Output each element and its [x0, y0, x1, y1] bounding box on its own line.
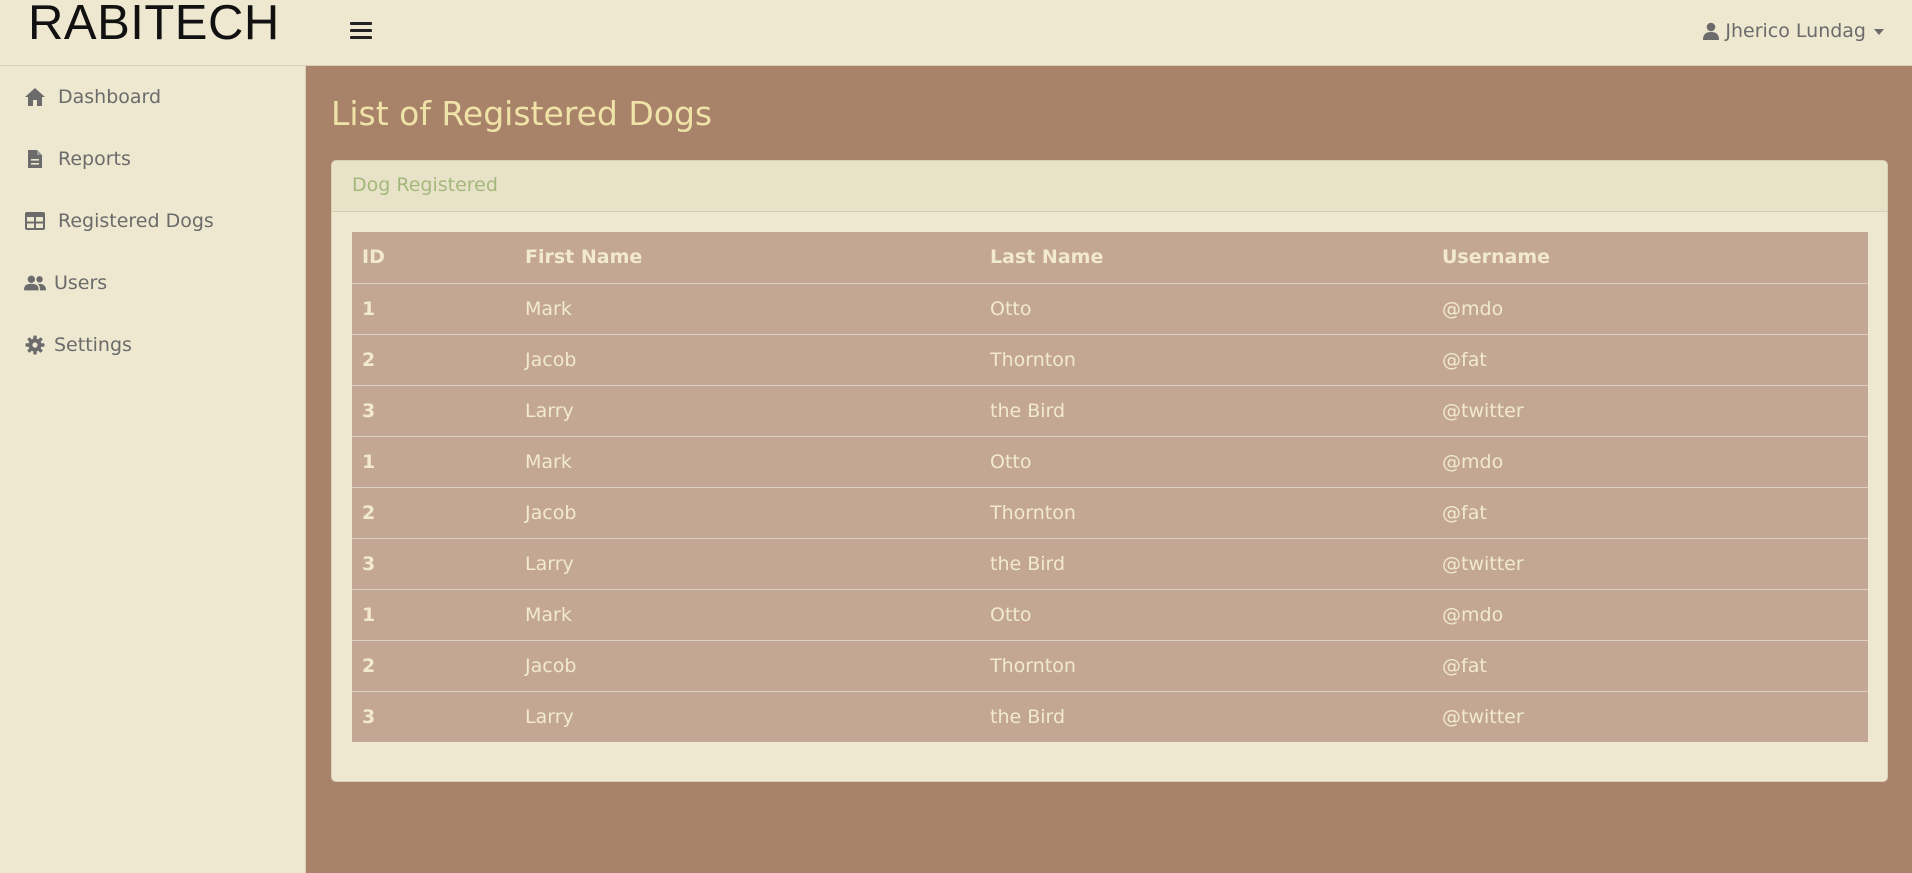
cell-last-name: the Bird: [980, 537, 1432, 589]
cell-first-name: Jacob: [515, 639, 980, 691]
cell-last-name: Otto: [980, 588, 1432, 640]
cell-id: 2: [352, 486, 515, 538]
sidebar-item-users[interactable]: Users: [0, 252, 305, 314]
cell-id: 2: [352, 639, 515, 691]
table-row[interactable]: 1 Mark Otto @mdo: [352, 435, 1868, 487]
cell-username: @twitter: [1432, 537, 1868, 589]
sidebar-item-label: Registered Dogs: [58, 210, 214, 232]
cell-last-name: Thornton: [980, 639, 1432, 691]
table-row[interactable]: 3 Larry the Bird @twitter: [352, 537, 1868, 589]
cell-first-name: Larry: [515, 690, 980, 742]
cell-last-name: Thornton: [980, 486, 1432, 538]
cell-last-name: the Bird: [980, 384, 1432, 436]
cell-first-name: Larry: [515, 384, 980, 436]
cell-username: @fat: [1432, 333, 1868, 385]
top-navbar: RABITECH Jherico Lundag: [0, 0, 1912, 66]
cell-id: 3: [352, 537, 515, 589]
main-content: List of Registered Dogs Dog Registered I…: [306, 67, 1912, 873]
brand-logo[interactable]: RABITECH: [0, 0, 305, 66]
table-row[interactable]: 3 Larry the Bird @twitter: [352, 384, 1868, 436]
sidebar-item-registered-dogs[interactable]: Registered Dogs: [0, 190, 305, 252]
cell-first-name: Mark: [515, 435, 980, 487]
sidebar-item-label: Users: [54, 272, 108, 294]
users-icon: [24, 272, 46, 294]
column-header-username[interactable]: Username: [1432, 232, 1868, 283]
cell-id: 2: [352, 333, 515, 385]
table-row[interactable]: 3 Larry the Bird @twitter: [352, 690, 1868, 742]
table-row[interactable]: 2 Jacob Thornton @fat: [352, 639, 1868, 691]
sidebar-item-reports[interactable]: Reports: [0, 128, 305, 190]
sidebar-item-label: Reports: [58, 148, 131, 170]
table-row[interactable]: 2 Jacob Thornton @fat: [352, 333, 1868, 385]
cell-id: 1: [352, 282, 515, 334]
cell-last-name: the Bird: [980, 690, 1432, 742]
table-header-row: ID First Name Last Name Username: [352, 232, 1868, 283]
dogs-table: ID First Name Last Name Username 1 Mark …: [352, 232, 1868, 742]
sidebar-item-label: Dashboard: [58, 86, 162, 108]
sidebar-item-label: Settings: [54, 334, 132, 356]
cell-username: @fat: [1432, 639, 1868, 691]
sidebar: Dashboard Reports Registered Dogs Users …: [0, 66, 306, 873]
card-header: Dog Registered: [332, 161, 1887, 212]
cell-first-name: Mark: [515, 588, 980, 640]
user-icon: [1703, 22, 1720, 40]
user-dropdown[interactable]: Jherico Lundag: [1703, 18, 1884, 44]
table-row[interactable]: 1 Mark Otto @mdo: [352, 282, 1868, 334]
cell-id: 1: [352, 588, 515, 640]
cell-username: @twitter: [1432, 384, 1868, 436]
column-header-last-name[interactable]: Last Name: [980, 232, 1432, 283]
page-title: List of Registered Dogs: [331, 94, 713, 133]
cell-username: @fat: [1432, 486, 1868, 538]
sidebar-item-dashboard[interactable]: Dashboard: [0, 66, 305, 128]
cell-first-name: Larry: [515, 537, 980, 589]
cell-first-name: Jacob: [515, 333, 980, 385]
chevron-down-icon: [1874, 29, 1884, 35]
cell-username: @twitter: [1432, 690, 1868, 742]
cell-id: 3: [352, 690, 515, 742]
cell-first-name: Mark: [515, 282, 980, 334]
menu-toggle-icon[interactable]: [350, 16, 372, 42]
sidebar-item-settings[interactable]: Settings: [0, 314, 305, 376]
cell-last-name: Thornton: [980, 333, 1432, 385]
cell-last-name: Otto: [980, 282, 1432, 334]
gear-icon: [24, 334, 46, 356]
cell-id: 1: [352, 435, 515, 487]
home-icon: [24, 86, 46, 108]
table-icon: [24, 210, 46, 232]
cell-last-name: Otto: [980, 435, 1432, 487]
column-header-first-name[interactable]: First Name: [515, 232, 980, 283]
cell-username: @mdo: [1432, 282, 1868, 334]
table-row[interactable]: 1 Mark Otto @mdo: [352, 588, 1868, 640]
cell-first-name: Jacob: [515, 486, 980, 538]
file-icon: [24, 148, 46, 170]
column-header-id[interactable]: ID: [352, 232, 515, 283]
dogs-card: Dog Registered ID First Name Last Name U…: [331, 160, 1888, 782]
table-row[interactable]: 2 Jacob Thornton @fat: [352, 486, 1868, 538]
user-name: Jherico Lundag: [1725, 20, 1866, 42]
cell-id: 3: [352, 384, 515, 436]
cell-username: @mdo: [1432, 435, 1868, 487]
cell-username: @mdo: [1432, 588, 1868, 640]
